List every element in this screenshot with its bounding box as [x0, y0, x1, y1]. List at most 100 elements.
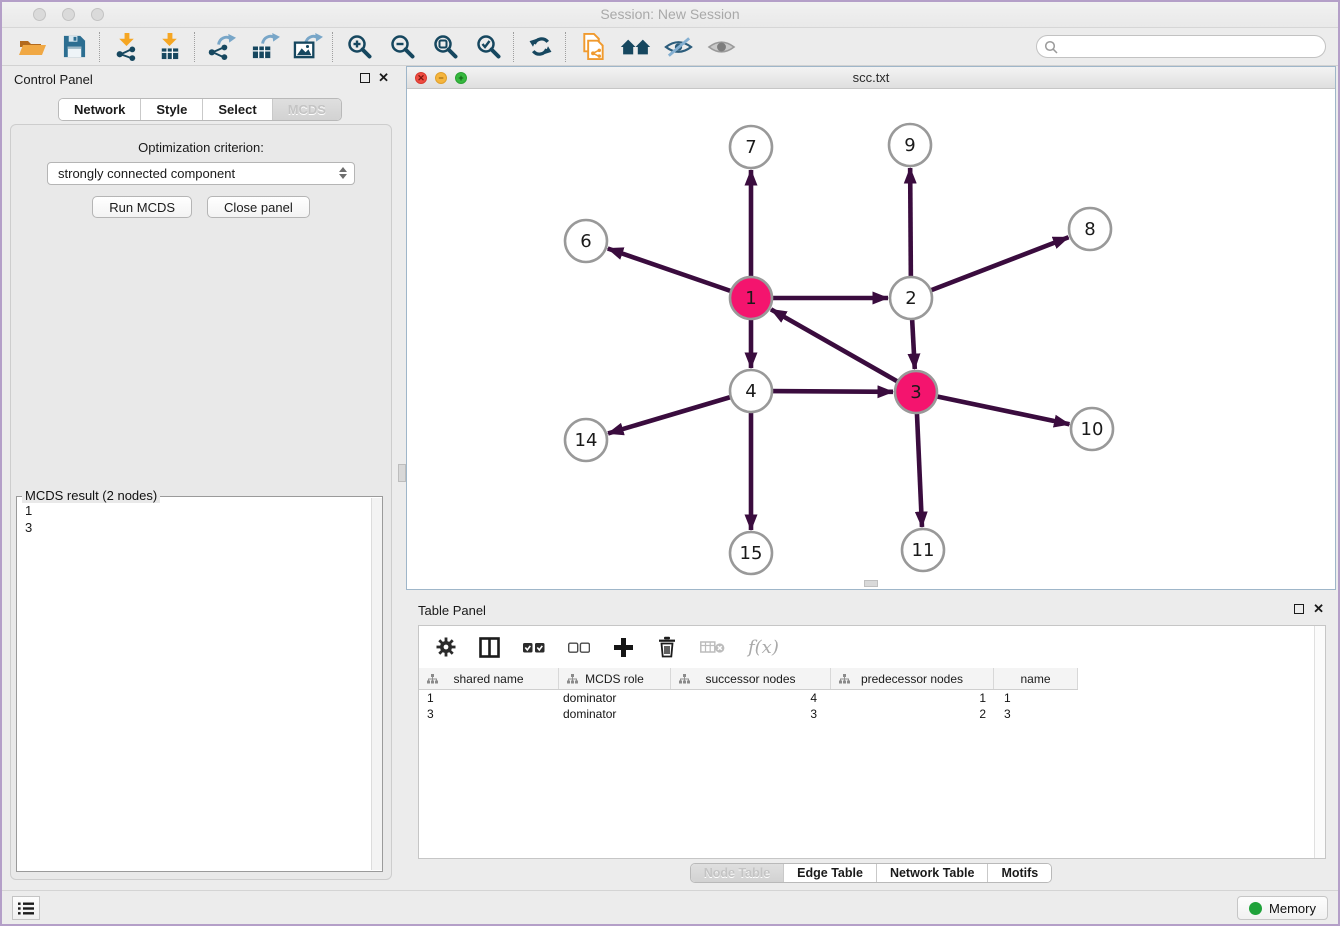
zoom-out-icon[interactable] — [381, 30, 424, 64]
optimization-criterion-select[interactable]: strongly connected component — [47, 162, 355, 185]
graph-node-9[interactable]: 9 — [889, 124, 931, 166]
columns-icon[interactable] — [479, 637, 500, 658]
add-plus-icon[interactable] — [613, 637, 634, 658]
import-network-icon[interactable] — [105, 30, 148, 64]
float-panel-icon[interactable] — [360, 73, 370, 83]
graph-node-7[interactable]: 7 — [730, 126, 772, 168]
export-image-icon[interactable] — [286, 30, 329, 64]
column-header-predecessor-nodes[interactable]: predecessor nodes — [831, 668, 994, 689]
save-icon[interactable] — [53, 30, 96, 64]
graph-node-15[interactable]: 15 — [730, 532, 772, 574]
window-titlebar: Session: New Session — [2, 2, 1338, 28]
zoom-fit-icon[interactable] — [424, 30, 467, 64]
float-panel-icon[interactable] — [1294, 604, 1304, 614]
graph-node-8[interactable]: 8 — [1069, 208, 1111, 250]
column-header-MCDS-role[interactable]: MCDS role — [559, 668, 671, 689]
edge-4-14[interactable] — [608, 396, 734, 433]
tab-node-table[interactable]: Node Table — [691, 864, 784, 882]
graph-node-3[interactable]: 3 — [895, 371, 937, 413]
graph-node-6[interactable]: 6 — [565, 220, 607, 262]
edge-3-11[interactable] — [917, 410, 922, 527]
graph-node-10[interactable]: 10 — [1071, 408, 1113, 450]
node-label: 7 — [745, 137, 756, 158]
eye-slash-icon[interactable] — [657, 30, 700, 64]
zoom-selected-icon[interactable] — [467, 30, 510, 64]
list-icon — [18, 902, 34, 915]
tab-style[interactable]: Style — [141, 99, 203, 120]
node-label: 8 — [1084, 219, 1095, 240]
memory-button[interactable]: Memory — [1237, 896, 1328, 920]
import-table-icon[interactable] — [148, 30, 191, 64]
table-cell[interactable]: 2 — [831, 706, 994, 722]
control-panel: Control Panel ✕ NetworkStyleSelectMCDS O… — [2, 66, 398, 890]
tab-network-table[interactable]: Network Table — [877, 864, 989, 882]
mcds-result-group: MCDS result (2 nodes) 13 — [16, 496, 383, 872]
window-resize-handle[interactable] — [864, 580, 878, 587]
table-panel: Table Panel ✕ — [406, 597, 1336, 890]
export-table-icon[interactable] — [243, 30, 286, 64]
trash-icon[interactable] — [657, 636, 677, 658]
tab-mcds[interactable]: MCDS — [273, 99, 341, 120]
mcds-result-list[interactable]: 13 — [17, 497, 382, 541]
edge-2-8[interactable] — [928, 237, 1069, 291]
edge-2-9[interactable] — [910, 168, 911, 280]
graph-node-11[interactable]: 11 — [902, 529, 944, 571]
search-icon — [1044, 40, 1058, 57]
eye-icon[interactable] — [700, 30, 743, 64]
node-label: 4 — [745, 381, 756, 402]
table-cell[interactable]: 3 — [419, 706, 559, 722]
column-header-successor-nodes[interactable]: successor nodes — [671, 668, 831, 689]
graph-node-1[interactable]: 1 — [730, 277, 772, 319]
settings-gear-icon[interactable] — [436, 637, 456, 657]
export-network-icon[interactable] — [200, 30, 243, 64]
table-cell[interactable]: dominator — [559, 690, 671, 706]
graph-node-2[interactable]: 2 — [890, 277, 932, 319]
task-history-button[interactable] — [12, 896, 40, 920]
table-cell[interactable]: dominator — [559, 706, 671, 722]
close-panel-icon[interactable]: ✕ — [378, 70, 389, 86]
refresh-icon[interactable] — [519, 30, 562, 64]
column-header-shared-name[interactable]: shared name — [419, 668, 559, 689]
zoom-in-icon[interactable] — [338, 30, 381, 64]
open-folder-icon[interactable] — [10, 30, 53, 64]
column-header-name[interactable]: name — [994, 668, 1078, 689]
edge-1-6[interactable] — [608, 249, 734, 293]
houses-icon[interactable] — [614, 30, 657, 64]
node-label: 14 — [575, 430, 598, 451]
tab-edge-table[interactable]: Edge Table — [784, 864, 877, 882]
toolbar-separator — [194, 32, 197, 62]
panel-splitter[interactable] — [398, 66, 406, 890]
close-panel-icon[interactable]: ✕ — [1313, 601, 1324, 617]
node-label: 2 — [905, 288, 916, 309]
optimization-criterion-label: Optimization criterion: — [11, 140, 391, 155]
select-stepper-icon — [339, 167, 347, 179]
tab-select[interactable]: Select — [203, 99, 272, 120]
table-cell[interactable]: 1 — [994, 690, 1078, 706]
edge-3-10[interactable] — [934, 396, 1070, 425]
table-row[interactable]: 1dominator411 — [419, 690, 1325, 706]
run-mcds-button[interactable]: Run MCDS — [92, 196, 192, 218]
graph-node-4[interactable]: 4 — [730, 370, 772, 412]
table-scrollbar[interactable] — [1314, 626, 1325, 858]
application-window: Session: New Session — [0, 0, 1340, 926]
search-input[interactable] — [1036, 35, 1326, 58]
table-row[interactable]: 3dominator323 — [419, 706, 1325, 722]
result-scrollbar[interactable] — [371, 498, 382, 870]
table-cell[interactable]: 1 — [419, 690, 559, 706]
graph-node-14[interactable]: 14 — [565, 419, 607, 461]
tab-network[interactable]: Network — [59, 99, 141, 120]
splitter-handle[interactable] — [398, 464, 406, 482]
network-canvas[interactable]: 7 9 6 8 1 2 4 3 14 10 15 11 — [407, 89, 1335, 589]
deselect-all-icon[interactable] — [568, 642, 590, 653]
table-cell[interactable]: 3 — [671, 706, 831, 722]
close-panel-button[interactable]: Close panel — [207, 196, 310, 218]
table-cell[interactable]: 3 — [994, 706, 1078, 722]
edge-3-1[interactable] — [771, 309, 900, 383]
edge-2-3[interactable] — [912, 316, 915, 369]
share-document-icon[interactable] — [571, 30, 614, 64]
table-cell[interactable]: 1 — [831, 690, 994, 706]
edge-4-3[interactable] — [769, 391, 893, 392]
tab-motifs[interactable]: Motifs — [988, 864, 1051, 882]
table-cell[interactable]: 4 — [671, 690, 831, 706]
select-all-checked-icon[interactable] — [523, 642, 545, 653]
